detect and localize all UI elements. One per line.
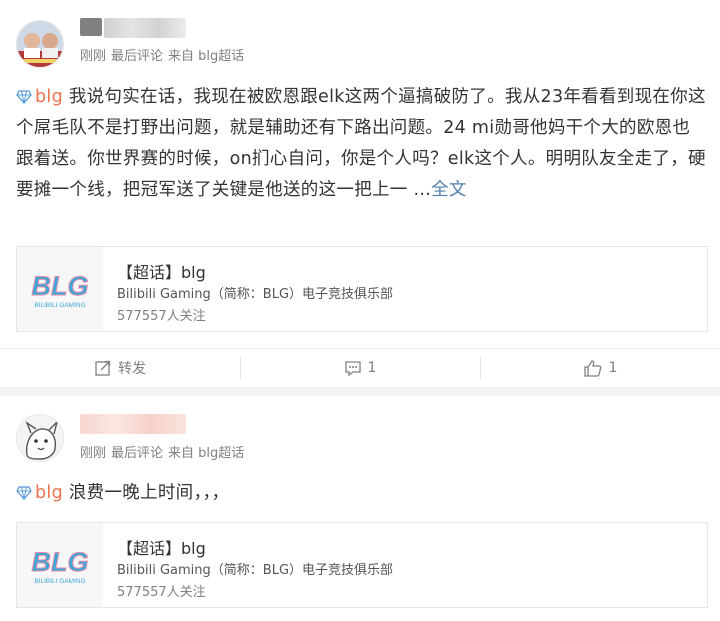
user-avatar[interactable] [16, 414, 64, 462]
logo-mark-text: BLG [32, 271, 89, 301]
ellipsis: ... [407, 180, 432, 200]
topic-card[interactable]: BLG BILIBILI GAMING 【超话】blg Bilibili Gam… [16, 246, 708, 332]
post-source[interactable]: 来自 blg超话 [168, 49, 244, 64]
topic-tag-label: blg [35, 483, 63, 503]
post-meta: 刚刚 最后评论 来自 blg超话 [80, 45, 249, 64]
logo-mark-text: BLG [32, 547, 89, 577]
user-avatar[interactable] [16, 20, 64, 68]
blg-logo: BLG BILIBILI GAMING [17, 523, 103, 607]
topic-tag-link[interactable]: blg [16, 87, 63, 107]
post-body: 浪费一晚上时间，，， [68, 483, 230, 503]
topic-follow-count: 577557人关注 [117, 309, 206, 324]
repost-icon [95, 360, 111, 376]
logo-subtext: BILIBILI GAMING [34, 302, 85, 309]
topic-desc: Bilibili Gaming（简称：BLG）电子竞技俱乐部 [117, 287, 394, 302]
post-time: 刚刚 [80, 49, 107, 64]
diamond-icon [16, 486, 32, 500]
post-source[interactable]: 来自 blg超话 [168, 446, 244, 461]
thumbs-up-icon [583, 360, 601, 377]
post-card-2: 刚刚 最后评论 来自 blg超话 blg 浪费一晚上时间，，， BLG BILIBI… [0, 396, 720, 621]
topic-desc: Bilibili Gaming（简称：BLG）电子竞技俱乐部 [117, 563, 394, 578]
topic-tag-link[interactable]: blg [16, 483, 63, 503]
topic-follow-count: 577557人关注 [117, 585, 206, 600]
last-comment-label: 最后评论 [111, 446, 164, 461]
post-time: 刚刚 [80, 446, 107, 461]
topic-title[interactable]: 【超话】blg [117, 259, 206, 283]
post-actions: 转发 1 1 [0, 348, 720, 387]
logo-subtext: BILIBILI GAMING [34, 578, 85, 585]
repost-label: 转发 [118, 361, 146, 377]
comment-button[interactable]: 1 [240, 349, 480, 387]
post-text: blg 浪费一晚上时间，，， [16, 478, 706, 509]
post-meta: 刚刚 最后评论 来自 blg超话 [80, 442, 249, 461]
diamond-icon [16, 90, 32, 104]
comment-icon [344, 361, 361, 377]
like-button[interactable]: 1 [480, 349, 720, 387]
last-comment-label: 最后评论 [111, 49, 164, 64]
topic-title[interactable]: 【超话】blg [117, 535, 206, 559]
post-card-1: 刚刚 最后评论 来自 blg超话 blg 我说句实在话，我现在被欧恩跟elk这两个逼… [0, 0, 720, 387]
repost-button[interactable]: 转发 [0, 349, 240, 387]
like-count: 1 [608, 360, 618, 376]
post-text: blg 我说句实在话，我现在被欧恩跟elk这两个逼搞破防了。我从23年看看到现在… [16, 82, 706, 206]
comment-count: 1 [367, 360, 377, 376]
expand-full-text-link[interactable]: 全文 [431, 180, 467, 200]
username-redacted[interactable] [80, 414, 186, 434]
topic-tag-label: blg [35, 87, 63, 107]
post-body: 我说句实在话，我现在被欧恩跟elk这两个逼搞破防了。我从23年看看到现在你这个屌… [16, 87, 706, 200]
blg-logo: BLG BILIBILI GAMING [17, 247, 103, 331]
topic-card[interactable]: BLG BILIBILI GAMING 【超话】blg Bilibili Gam… [16, 522, 708, 608]
